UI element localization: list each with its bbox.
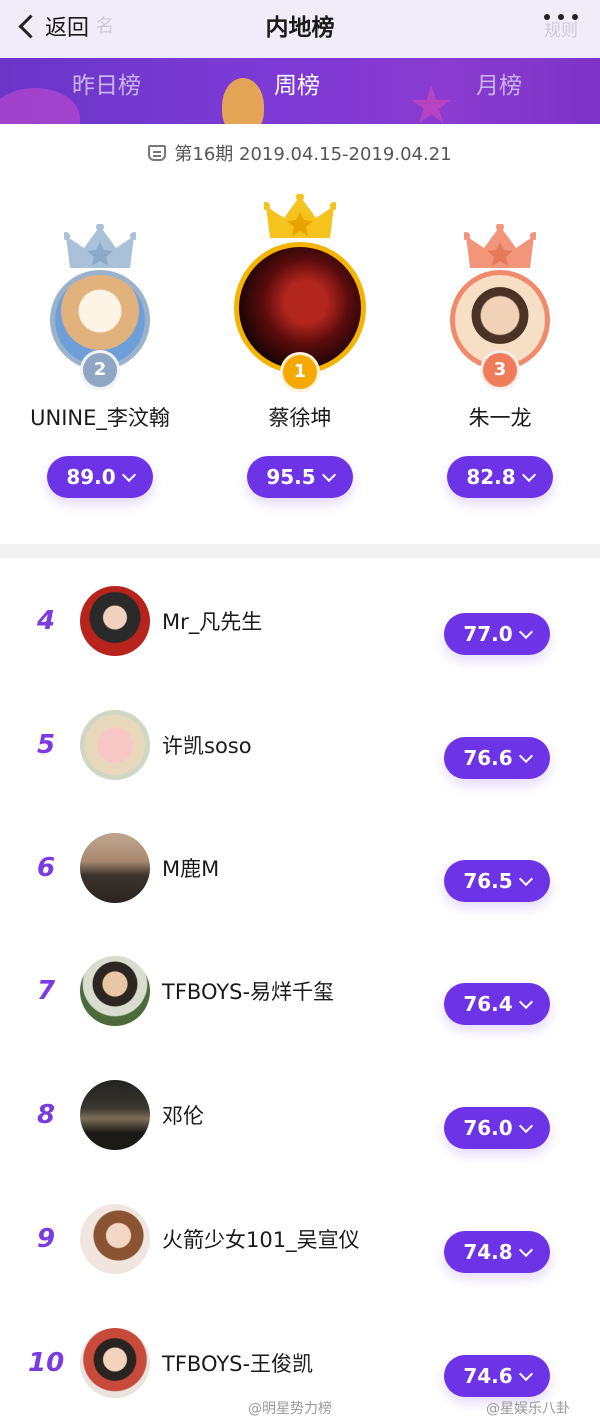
avatar [80, 586, 150, 656]
rank-medal: 1 [280, 352, 320, 392]
rank-number: 6 [36, 853, 56, 883]
period-tabs: ★ 昨日榜 周榜 月榜 [0, 58, 600, 124]
tab-monthly[interactable]: 月榜 [476, 66, 522, 100]
nav-bar: 返回 名 内地榜 规则 [0, 0, 600, 58]
score-value: 76.6 [463, 746, 513, 770]
rank-number: 10 [28, 1348, 65, 1378]
chevron-down-icon [521, 467, 536, 482]
chevron-down-icon [518, 624, 533, 639]
wave-decoration [0, 88, 80, 124]
chevron-down-icon [518, 1366, 533, 1381]
score-value: 76.5 [463, 869, 513, 893]
score-value: 95.5 [266, 465, 316, 489]
score-button[interactable]: 76.6 [444, 737, 550, 779]
avatar [80, 833, 150, 903]
avatar [80, 710, 150, 780]
score-value: 77.0 [463, 622, 513, 646]
more-dot-icon [558, 14, 564, 20]
score-button[interactable]: 76.4 [444, 983, 550, 1025]
list-item[interactable]: 4 Mr_凡先生 77.0 [0, 580, 600, 670]
watermark: @明星势力榜 [248, 1401, 332, 1417]
crown-icon [464, 224, 536, 268]
tab-weekly[interactable]: 周榜 [274, 66, 320, 100]
crown-icon [264, 194, 336, 238]
more-menu-button[interactable] [544, 14, 578, 20]
score-value: 74.8 [463, 1240, 513, 1264]
rank-medal: 2 [80, 350, 120, 390]
more-dot-icon [544, 14, 550, 20]
score-value: 89.0 [66, 465, 116, 489]
artist-name: 邓伦 [162, 1104, 204, 1128]
avatar [80, 956, 150, 1026]
score-button[interactable]: 82.8 [447, 456, 553, 498]
score-button[interactable]: 77.0 [444, 613, 550, 655]
tab-yesterday[interactable]: 昨日榜 [72, 66, 141, 100]
artist-name: TFBOYS-易烊千玺 [162, 980, 335, 1004]
chevron-down-icon [121, 467, 136, 482]
rank-number: 8 [36, 1100, 56, 1130]
artist-name: Mr_凡先生 [162, 610, 263, 634]
chevron-down-icon [321, 467, 336, 482]
score-button[interactable]: 76.0 [444, 1107, 550, 1149]
rank-medal: 3 [480, 350, 520, 390]
artist-name: M鹿M [162, 857, 220, 881]
score-value: 82.8 [466, 465, 516, 489]
chevron-down-icon [518, 1242, 533, 1257]
score-button[interactable]: 74.6 [444, 1355, 550, 1397]
score-button[interactable]: 95.5 [247, 456, 353, 498]
podium-name: 蔡徐坤 [268, 406, 332, 430]
list-item[interactable]: 8 邓伦 76.0 [0, 1074, 600, 1164]
artist-name: 许凯soso [162, 734, 252, 758]
flame-decoration [222, 78, 264, 124]
list-item[interactable]: 9 火箭少女101_吴宣仪 74.8 [0, 1198, 600, 1288]
list-item[interactable]: 5 许凯soso 76.6 [0, 704, 600, 794]
artist-name: TFBOYS-王俊凯 [162, 1352, 314, 1376]
avatar [80, 1080, 150, 1150]
score-button[interactable]: 89.0 [47, 456, 153, 498]
chevron-down-icon [518, 1118, 533, 1133]
avatar [80, 1328, 150, 1398]
avatar [80, 1204, 150, 1274]
rank-number: 5 [36, 730, 56, 760]
rank-number: 9 [36, 1224, 56, 1254]
artist-name: 火箭少女101_吴宣仪 [162, 1228, 360, 1252]
podium-name: 朱一龙 [468, 406, 532, 430]
list-item[interactable]: 6 M鹿M 76.5 [0, 827, 600, 917]
section-divider [0, 544, 600, 558]
rank-number: 7 [36, 976, 56, 1006]
rank-number: 4 [36, 606, 56, 636]
star-decoration: ★ [408, 76, 455, 124]
page-title: 内地榜 [265, 15, 335, 41]
crown-icon [64, 224, 136, 268]
score-value: 76.0 [463, 1116, 513, 1140]
list-item[interactable]: 7 TFBOYS-易烊千玺 76.4 [0, 950, 600, 1040]
period-text: 第16期 2019.04.15-2019.04.21 [174, 144, 452, 165]
score-value: 74.6 [463, 1364, 513, 1388]
chevron-down-icon [518, 871, 533, 886]
score-button[interactable]: 74.8 [444, 1231, 550, 1273]
period-info: 第16期 2019.04.15-2019.04.21 [0, 140, 600, 166]
podium-name: UNINE_李汶翰 [30, 406, 170, 430]
chevron-down-icon [518, 748, 533, 763]
calendar-icon [148, 145, 167, 161]
watermark: @星娱乐八卦 [486, 1401, 570, 1417]
more-dot-icon [572, 14, 578, 20]
score-button[interactable]: 76.5 [444, 860, 550, 902]
chevron-down-icon [518, 994, 533, 1009]
score-value: 76.4 [463, 992, 513, 1016]
